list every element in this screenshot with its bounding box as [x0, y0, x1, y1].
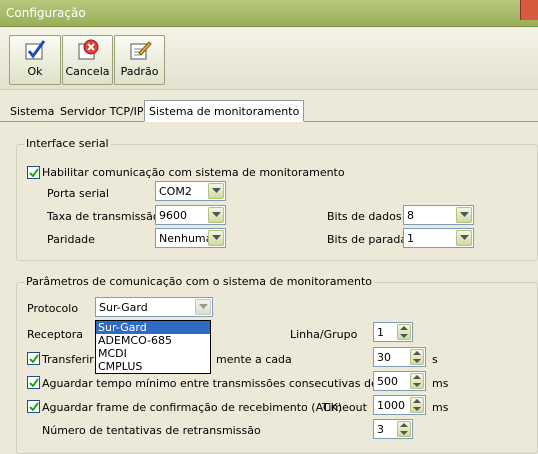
- retries-label: Número de tentativas de retransmissão: [42, 424, 261, 437]
- spinner-arrows-icon[interactable]: [397, 324, 411, 340]
- enable-communication-label: Habilitar comunicação com sistema de mon…: [42, 166, 345, 179]
- spinner-arrows-icon[interactable]: [410, 373, 424, 389]
- baud-rate-select[interactable]: 9600: [155, 205, 226, 225]
- min-wait-label: Aguardar tempo mínimo entre transmissões…: [42, 377, 378, 390]
- data-bits-label: Bits de dados: [327, 210, 402, 223]
- data-bits-select[interactable]: 8: [403, 205, 474, 225]
- spinner-arrows-icon[interactable]: [397, 421, 411, 437]
- ok-button[interactable]: Ok: [9, 35, 61, 85]
- chevron-down-icon[interactable]: [456, 207, 472, 223]
- close-window-button[interactable]: [520, 0, 538, 20]
- tab-panel: Interface serial Habilitar comunicação c…: [3, 122, 538, 454]
- chevron-down-icon[interactable]: [208, 230, 224, 246]
- tab-bar: Sistema Servidor TCP/IP Sistema de monit…: [0, 100, 538, 122]
- serial-interface-legend: Interface serial: [24, 137, 111, 150]
- ack-label: Aguardar frame de confirmação de recebim…: [42, 401, 343, 414]
- retries-value: 3: [377, 423, 384, 436]
- ack-checkbox[interactable]: [27, 400, 40, 413]
- spinner-arrows-icon[interactable]: [410, 349, 424, 365]
- chevron-down-icon[interactable]: [456, 230, 472, 246]
- cancel-icon: [76, 39, 100, 61]
- min-wait-unit: ms: [432, 377, 449, 390]
- protocol-select[interactable]: Sur-Gard: [95, 297, 213, 317]
- serial-port-select[interactable]: COM2: [155, 181, 226, 201]
- transfer-checkbox[interactable]: [27, 352, 40, 365]
- stop-bits-value: 1: [407, 232, 414, 245]
- protocol-value: Sur-Gard: [99, 301, 148, 314]
- transfer-label-end: mente a cada: [216, 353, 292, 366]
- parity-value: Nenhuma: [159, 232, 213, 245]
- baud-rate-value: 9600: [159, 209, 187, 222]
- parity-label: Paridade: [47, 233, 95, 246]
- protocol-dropdown-list: Sur-Gard ADEMCO-685 MCDI CMPLUS: [95, 320, 211, 374]
- baud-rate-label: Taxa de transmissão: [47, 210, 160, 223]
- enable-communication-checkbox[interactable]: [27, 166, 40, 179]
- line-group-label: Linha/Grupo: [290, 328, 358, 341]
- edit-document-icon: [128, 39, 152, 61]
- tab-sistema-de-monitoramento[interactable]: Sistema de monitoramento: [144, 100, 305, 122]
- data-bits-value: 8: [407, 209, 414, 222]
- min-wait-spinner[interactable]: 500: [373, 371, 426, 391]
- toolbar: Ok Cancela Padrão: [0, 28, 538, 90]
- transfer-unit: s: [432, 353, 438, 366]
- chevron-down-icon[interactable]: [195, 299, 211, 315]
- parity-select[interactable]: Nenhuma: [155, 228, 226, 248]
- default-label: Padrão: [120, 65, 159, 78]
- timeout-value: 1000: [377, 399, 405, 412]
- protocol-option-cmplus[interactable]: CMPLUS: [96, 360, 210, 373]
- timeout-spinner[interactable]: 1000: [373, 395, 426, 415]
- tab-sistema[interactable]: Sistema: [6, 102, 58, 121]
- default-button[interactable]: Padrão: [114, 35, 165, 85]
- protocol-option-mcdi[interactable]: MCDI: [96, 347, 210, 360]
- transfer-interval-value: 30: [377, 351, 391, 364]
- stop-bits-select[interactable]: 1: [403, 228, 474, 248]
- retries-spinner[interactable]: 3: [373, 419, 413, 439]
- line-group-spinner[interactable]: 1: [373, 322, 413, 342]
- serial-port-label: Porta serial: [47, 187, 109, 200]
- tab-servidor-tcp-ip[interactable]: Servidor TCP/IP: [56, 102, 148, 121]
- title-bar: Configuração: [0, 0, 538, 27]
- chevron-down-icon[interactable]: [208, 207, 224, 223]
- min-wait-value: 500: [377, 375, 398, 388]
- parameters-legend: Parâmetros de comunicação com o sistema …: [24, 275, 375, 288]
- cancel-label: Cancela: [65, 65, 110, 78]
- line-group-value: 1: [377, 326, 384, 339]
- transfer-interval-spinner[interactable]: 30: [373, 347, 426, 367]
- protocol-option-ademco-685[interactable]: ADEMCO-685: [96, 334, 210, 347]
- spinner-arrows-icon[interactable]: [410, 397, 424, 413]
- cancel-button[interactable]: Cancela: [62, 35, 113, 85]
- receiver-label: Receptora: [27, 328, 84, 341]
- protocol-option-sur-gard[interactable]: Sur-Gard: [96, 321, 210, 334]
- ok-label: Ok: [27, 65, 43, 78]
- chevron-down-icon[interactable]: [208, 183, 224, 199]
- serial-port-value: COM2: [159, 185, 192, 198]
- checkmark-icon: [23, 39, 47, 61]
- timeout-unit: ms: [432, 401, 449, 414]
- protocol-label: Protocolo: [27, 302, 79, 315]
- min-wait-checkbox[interactable]: [27, 376, 40, 389]
- timeout-label: Timeout: [322, 401, 367, 414]
- stop-bits-label: Bits de parada: [327, 233, 408, 246]
- window-title: Configuração: [6, 6, 86, 20]
